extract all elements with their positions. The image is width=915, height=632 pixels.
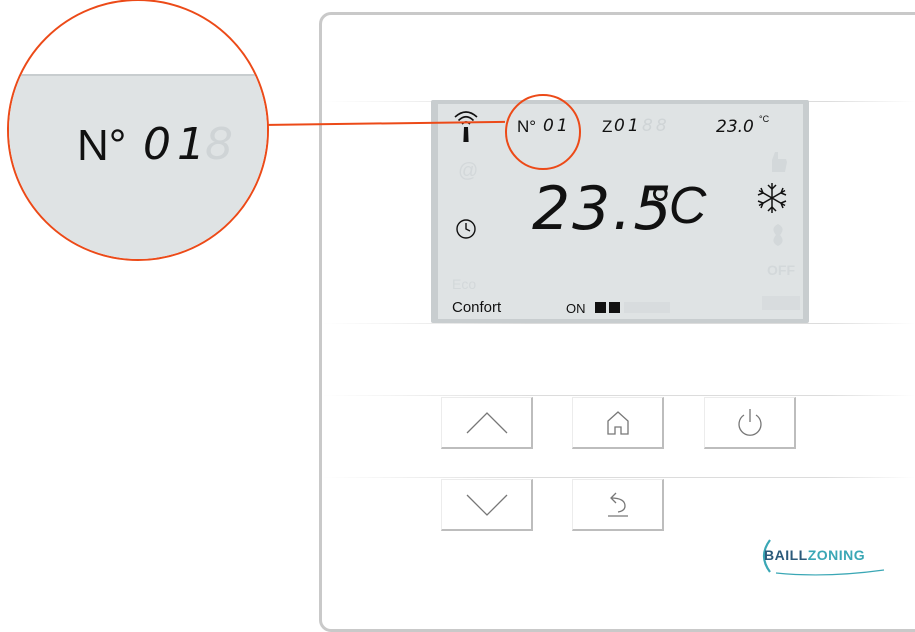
up-button[interactable] (441, 397, 533, 449)
zone-ghost-digit: 88 (642, 116, 670, 136)
status-label: ON (566, 301, 586, 316)
zone-number: 01 (614, 116, 642, 136)
faded-hand-icon (772, 152, 787, 172)
faded-off-label: OFF (767, 262, 795, 278)
mode-label: Confort (452, 299, 502, 316)
room-temperature-unit: °C (648, 177, 707, 235)
faded-eco-label: Eco (452, 276, 477, 292)
wifi-signal-icon (454, 111, 478, 142)
faded-fan-icon (773, 224, 783, 246)
setpoint-unit: °C (759, 114, 770, 124)
snowflake-icon (757, 183, 787, 213)
magnifier-label: N° (77, 121, 127, 170)
highlight-circle (505, 94, 581, 170)
separator-buttons-middle (322, 477, 915, 478)
separator-buttons-top (322, 395, 915, 396)
back-arrow-icon (607, 492, 628, 517)
down-button[interactable] (441, 479, 533, 531)
zone-label: Z (602, 117, 613, 136)
power-icon (737, 408, 762, 436)
magnifier-ghost-digit: 8 (205, 119, 233, 170)
status-block-2 (609, 302, 620, 313)
magnifier-zoom: N° 01 8 (7, 0, 269, 261)
clock-icon (456, 219, 476, 239)
magnifier-digits: 01 (143, 119, 211, 170)
chevron-up-icon (466, 411, 507, 433)
status-block-1 (595, 302, 606, 313)
faded-at-icon: @ (458, 160, 479, 182)
separator-lcd-bottom (322, 323, 915, 324)
setpoint-value: 23.0 (716, 117, 754, 137)
chevron-down-icon (466, 494, 507, 516)
faded-bar-icon (762, 296, 800, 310)
home-button[interactable] (572, 397, 664, 449)
brand-suffix: ZONING (807, 547, 866, 563)
home-icon (606, 410, 629, 435)
brand-logo: BAILLZONING (756, 536, 906, 576)
brand-prefix: BAILL (764, 547, 808, 563)
back-button[interactable] (572, 479, 664, 531)
power-button[interactable] (704, 397, 796, 449)
status-block-faded (624, 302, 670, 313)
